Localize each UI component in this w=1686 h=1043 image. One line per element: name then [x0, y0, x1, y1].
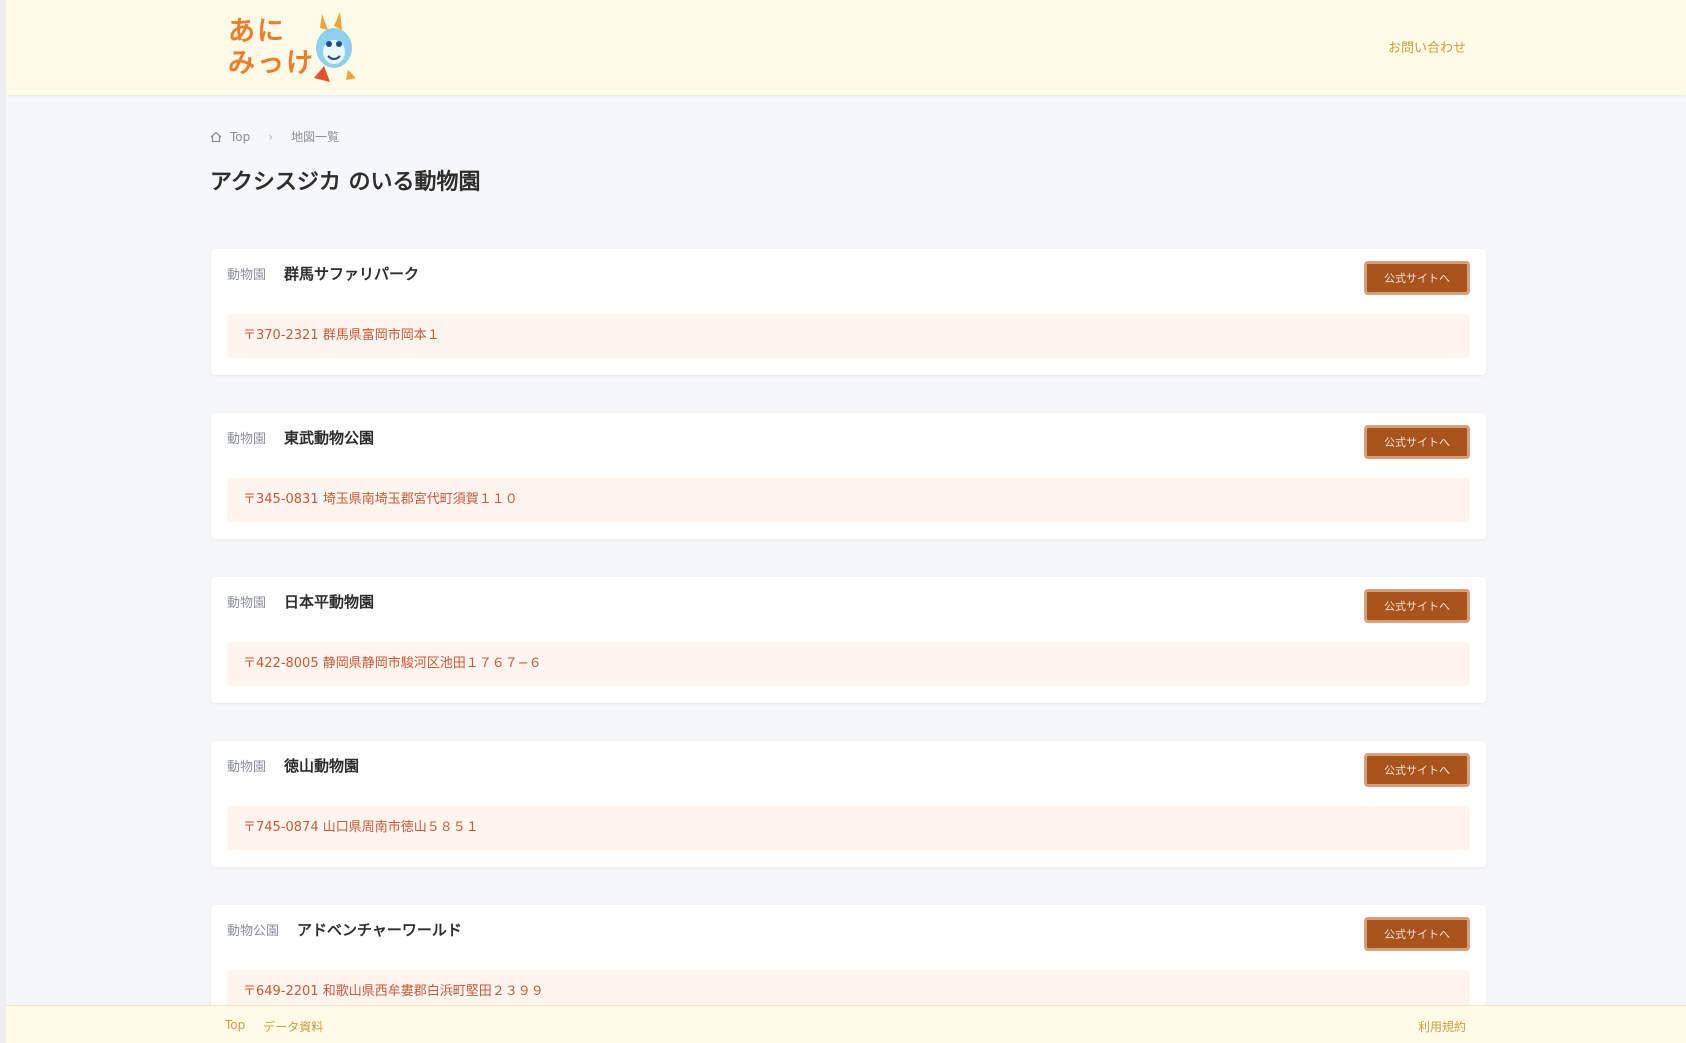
official-site-button[interactable]: 公式サイトへ — [1364, 917, 1470, 951]
zoo-card: 動物園 群馬サファリパーク 公式サイトへ 〒370-2321 群馬県富岡市岡本１ — [211, 249, 1486, 375]
breadcrumb-top-link[interactable]: Top — [230, 130, 250, 144]
footer-top-link[interactable]: Top — [225, 1018, 245, 1035]
site-logo[interactable]: あに みっけ — [224, 8, 362, 88]
card-type-label: 動物園 — [227, 596, 267, 611]
breadcrumb-separator: › — [268, 129, 274, 144]
official-site-button[interactable]: 公式サイトへ — [1364, 589, 1470, 623]
site-header: あに みっけ お問い合わせ — [6, 0, 1686, 95]
zoo-card-list: 動物園 群馬サファリパーク 公式サイトへ 〒370-2321 群馬県富岡市岡本１… — [211, 249, 1486, 1043]
footer-data-link[interactable]: データ資料 — [263, 1018, 323, 1035]
card-type-label: 動物園 — [227, 268, 267, 283]
official-site-button[interactable]: 公式サイトへ — [1364, 753, 1470, 787]
zoo-address: 〒422-8005 静岡県静岡市駿河区池田１７６７−６ — [227, 642, 1470, 686]
zoo-name: 東武動物公園 — [284, 429, 375, 447]
card-type-label: 動物園 — [227, 432, 267, 447]
card-type-label: 動物公園 — [227, 924, 280, 939]
card-header: 動物公園 アドベンチャーワールド — [227, 919, 462, 940]
mascot-icon — [314, 12, 356, 82]
zoo-address: 〒370-2321 群馬県富岡市岡本１ — [227, 314, 1470, 358]
breadcrumb-current: 地図一覧 — [291, 130, 340, 144]
breadcrumb: Top › 地図一覧 — [210, 128, 339, 145]
zoo-address: 〒345-0831 埼玉県南埼玉郡宮代町須賀１１０ — [227, 478, 1470, 522]
zoo-name: 群馬サファリパーク — [284, 265, 420, 283]
site-footer: Top データ資料 利用規約 — [6, 1005, 1686, 1043]
page-title: アクシスジカ のいる動物園 — [210, 170, 481, 195]
card-type-label: 動物園 — [227, 760, 267, 775]
card-header: 動物園 日本平動物園 — [227, 591, 374, 612]
card-header: 動物園 徳山動物園 — [227, 755, 359, 776]
home-icon — [210, 131, 222, 142]
card-header: 動物園 東武動物公園 — [227, 427, 374, 448]
official-site-button[interactable]: 公式サイトへ — [1364, 261, 1470, 295]
zoo-card: 動物園 日本平動物園 公式サイトへ 〒422-8005 静岡県静岡市駿河区池田１… — [211, 577, 1486, 703]
card-header: 動物園 群馬サファリパーク — [227, 263, 419, 284]
footer-links: Top データ資料 — [225, 1018, 323, 1035]
zoo-name: アドベンチャーワールド — [297, 921, 462, 939]
terms-link[interactable]: 利用規約 — [1418, 1018, 1466, 1035]
zoo-card: 動物園 徳山動物園 公式サイトへ 〒745-0874 山口県周南市徳山５８５１ — [211, 741, 1486, 867]
official-site-button[interactable]: 公式サイトへ — [1364, 425, 1470, 459]
zoo-card: 動物園 東武動物公園 公式サイトへ 〒345-0831 埼玉県南埼玉郡宮代町須賀… — [211, 413, 1486, 539]
zoo-name: 徳山動物園 — [284, 757, 360, 775]
page-frame: あに みっけ お問い合わせ Top › 地図一覧 アクシスジカ のいる動物園 動… — [0, 0, 1686, 1043]
zoo-address: 〒745-0874 山口県周南市徳山５８５１ — [227, 806, 1470, 850]
zoo-name: 日本平動物園 — [284, 593, 375, 611]
contact-link[interactable]: お問い合わせ — [1388, 37, 1466, 56]
